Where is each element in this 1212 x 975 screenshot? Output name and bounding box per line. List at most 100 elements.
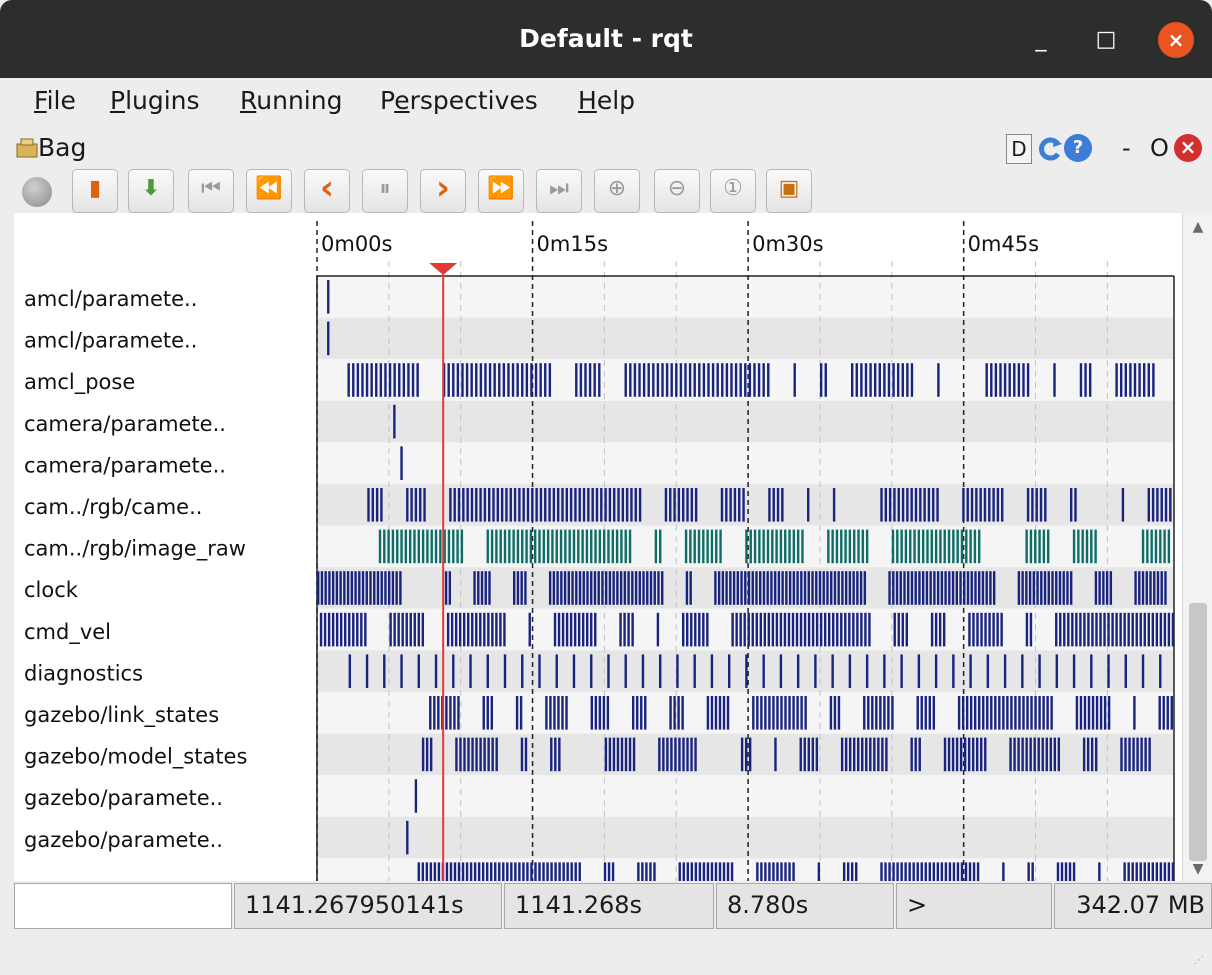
message-tick	[888, 571, 891, 605]
topic-label: amcl/paramete..	[24, 287, 197, 311]
message-tick	[554, 862, 557, 881]
message-tick	[1027, 862, 1030, 881]
message-tick	[597, 571, 600, 605]
message-tick	[1121, 488, 1125, 522]
topic-row-bg	[317, 442, 1174, 484]
message-tick	[990, 696, 993, 730]
message-tick	[455, 737, 458, 772]
message-tick	[929, 571, 932, 605]
message-tick	[1103, 696, 1107, 730]
message-tick	[1129, 363, 1132, 397]
message-tick	[393, 612, 396, 647]
message-tick	[698, 363, 701, 397]
message-tick	[564, 529, 567, 564]
fast-forward-button[interactable]: ⏩	[478, 169, 524, 213]
message-tick	[901, 363, 904, 397]
message-tick	[792, 862, 795, 881]
help-icon[interactable]: ?	[1064, 134, 1092, 162]
maximize-button[interactable]: □	[1088, 22, 1124, 58]
topic-label: cam../rgb/came..	[24, 495, 202, 519]
bag-timeline[interactable]: 0m00s 0m15s 0m30s 0m45s amcl/paramete.. amcl/…	[14, 213, 1182, 881]
reload-icon[interactable]	[1036, 134, 1064, 164]
zoom-out-button[interactable]: ⊖	[654, 169, 700, 213]
close-button[interactable]: ×	[1158, 22, 1194, 58]
dock-d-button[interactable]: D	[1006, 134, 1032, 164]
dock-title-bar[interactable]: Bag D ? - O ×	[0, 130, 1212, 170]
thumbnails-button[interactable]: ▣	[766, 169, 812, 213]
menu-plugins[interactable]: Plugins	[110, 86, 200, 115]
message-tick	[952, 529, 955, 564]
message-tick	[986, 696, 989, 730]
message-tick	[400, 446, 403, 480]
minimize-button[interactable]: _	[1023, 22, 1059, 58]
message-tick	[502, 862, 505, 881]
message-tick	[934, 654, 938, 688]
dock-close-icon[interactable]: ×	[1174, 134, 1202, 162]
vertical-scrollbar[interactable]: ▲ ▼	[1182, 213, 1212, 881]
message-tick	[682, 737, 685, 772]
message-tick	[520, 737, 524, 772]
dock-minimize-button[interactable]: -	[1122, 134, 1142, 164]
message-tick	[531, 488, 534, 522]
message-tick	[897, 488, 900, 522]
message-tick	[801, 529, 804, 564]
message-tick	[684, 363, 687, 397]
message-tick	[1030, 696, 1033, 730]
record-button[interactable]	[16, 169, 62, 213]
dock-float-button[interactable]: O	[1150, 134, 1172, 164]
message-tick	[607, 654, 610, 688]
message-tick	[539, 488, 543, 522]
message-tick	[985, 363, 988, 397]
message-tick	[1107, 696, 1111, 730]
fast-forward-icon: ⏩	[487, 176, 515, 201]
message-tick	[1123, 862, 1126, 881]
message-tick	[1155, 612, 1159, 647]
end-button[interactable]: ⏭	[536, 169, 582, 213]
timeline-canvas[interactable]: 0m00s 0m15s 0m30s 0m45s amcl/paramete.. amcl/…	[14, 213, 1182, 881]
open-button[interactable]: ▮	[72, 169, 118, 213]
message-tick	[534, 862, 537, 881]
message-tick	[400, 654, 403, 688]
rewind-button[interactable]: ⏪	[246, 169, 292, 213]
save-button[interactable]: ⬇	[128, 169, 174, 213]
resize-grip-icon[interactable]: ⋰	[1194, 955, 1208, 969]
message-tick	[552, 488, 556, 522]
message-tick	[1094, 571, 1098, 605]
message-tick	[739, 363, 742, 397]
scroll-down-icon[interactable]: ▼	[1183, 861, 1212, 877]
message-tick	[947, 529, 951, 564]
message-tick	[387, 571, 391, 605]
message-tick	[588, 363, 592, 397]
message-tick	[642, 571, 645, 605]
message-tick	[419, 488, 422, 522]
menu-file[interactable]: File	[34, 86, 76, 115]
scroll-up-icon[interactable]: ▲	[1183, 219, 1212, 235]
menu-help[interactable]: Help	[578, 86, 635, 115]
message-tick	[416, 363, 419, 397]
pause-button[interactable]: ⏸	[362, 169, 408, 213]
message-tick	[1055, 571, 1058, 605]
message-tick	[1109, 571, 1113, 605]
message-tick	[417, 654, 420, 688]
begin-button[interactable]: ⏮	[188, 169, 234, 213]
back-button[interactable]: ‹	[304, 168, 350, 213]
forward-button[interactable]: ›	[420, 168, 466, 213]
message-tick	[491, 612, 494, 647]
message-tick	[1095, 612, 1098, 647]
message-tick	[389, 612, 392, 647]
window-titlebar[interactable]: Default - rqt _ □ ×	[0, 0, 1212, 78]
message-tick	[1090, 529, 1093, 564]
zoom-in-button[interactable]: ⊕	[594, 169, 640, 213]
message-tick	[530, 363, 533, 397]
scrollbar-thumb[interactable]	[1189, 603, 1207, 861]
message-tick	[1031, 862, 1034, 881]
message-tick	[525, 529, 528, 564]
message-tick	[662, 737, 665, 772]
message-tick	[673, 488, 676, 522]
message-tick	[1025, 571, 1028, 605]
message-tick	[702, 612, 705, 647]
zoom-reset-button[interactable]: ①	[710, 169, 756, 213]
menu-running[interactable]: Running	[240, 86, 342, 115]
message-tick	[850, 862, 854, 881]
menu-perspectives[interactable]: Perspectives	[380, 86, 538, 115]
